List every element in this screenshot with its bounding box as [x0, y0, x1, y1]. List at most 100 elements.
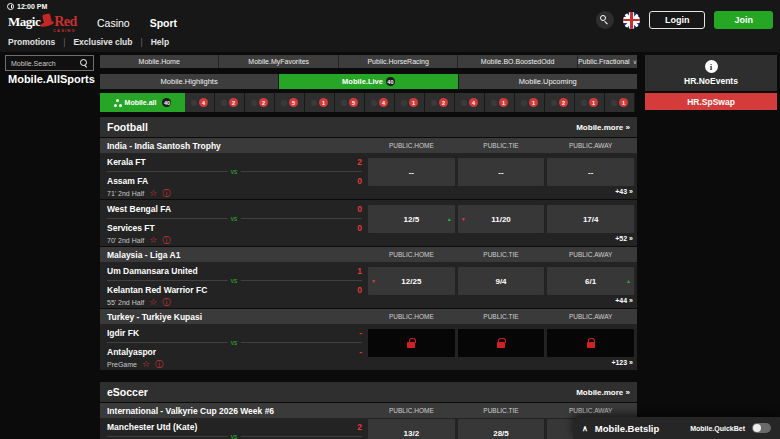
secondary-tab[interactable]: Mobile.Upcoming: [459, 74, 637, 89]
sport-icon: [581, 100, 587, 106]
sport-chip[interactable]: 5: [275, 93, 305, 112]
primary-tab[interactable]: Mobile.MyFavorites: [219, 55, 338, 68]
favorite-star-icon[interactable]: ☆: [149, 298, 157, 307]
odds-button[interactable]: 28/5: [458, 419, 545, 439]
secondary-tab[interactable]: Mobile.Live40: [279, 74, 458, 89]
sport-icon: [191, 100, 197, 106]
sport-chip[interactable]: 2: [545, 93, 575, 112]
home-team-name: West Bengal FA: [107, 204, 171, 214]
language-flag-uk[interactable]: [623, 12, 640, 29]
subnav-separator: |: [141, 37, 143, 47]
search-button[interactable]: [596, 11, 614, 29]
quickbet-toggle[interactable]: [752, 423, 771, 433]
odds-button[interactable]: 6/1▲: [547, 267, 634, 295]
odds-button[interactable]: 12/25▼: [368, 267, 455, 295]
primary-tab[interactable]: Mobile.BO.BoostedOdd: [458, 55, 577, 68]
odds-value: 17/4: [583, 215, 599, 224]
odds-button[interactable]: 13/2: [368, 419, 455, 439]
match-row[interactable]: Igdir FK-vsAntalyaspor-PreGame☆ⓘ+123 »: [100, 324, 637, 371]
section-more-link[interactable]: Mobile.more »: [576, 123, 630, 132]
betslip-bar[interactable]: ∧ Mobile.Betslip Mobile.QuickBet: [573, 417, 780, 439]
more-markets-link[interactable]: +44 »: [615, 297, 633, 304]
sport-chip-all[interactable]: Mobile.all40: [100, 93, 185, 112]
sport-count-badge: 5: [349, 98, 358, 107]
sport-count-badge: 1: [619, 98, 628, 107]
stats-icon[interactable]: ⓘ: [162, 298, 170, 307]
stats-icon[interactable]: ⓘ: [155, 360, 163, 369]
vs-label: vs: [228, 215, 241, 222]
sport-icon: [461, 100, 467, 106]
primary-tab[interactable]: Public.Fractional∨: [578, 55, 637, 68]
favorite-star-icon[interactable]: ☆: [149, 189, 157, 198]
sport-chip[interactable]: 2: [215, 93, 245, 112]
odds-column-header: PUBLIC.HOME: [368, 142, 455, 149]
secondary-tab[interactable]: Mobile.Highlights: [100, 74, 279, 89]
odds-column-header: PUBLIC.TIE: [458, 407, 545, 414]
league-name[interactable]: India - India Santosh Trophy: [100, 141, 368, 151]
login-button[interactable]: Login: [649, 11, 706, 29]
sport-chip[interactable]: 4: [185, 93, 215, 112]
odds-locked[interactable]: [368, 329, 455, 357]
quickbet-label: Mobile.QuickBet: [690, 425, 745, 432]
brand-logo[interactable]: Magic RedCASINO: [8, 13, 77, 31]
section-header: FootballMobile.more »: [100, 117, 637, 137]
sport-chip[interactable]: 1: [575, 93, 605, 112]
sport-chip[interactable]: 5: [335, 93, 365, 112]
section-more-link[interactable]: Mobile.more »: [576, 388, 630, 397]
stats-icon[interactable]: ⓘ: [162, 236, 170, 245]
odds-locked[interactable]: [458, 329, 545, 357]
subnav-item[interactable]: Promotions: [8, 37, 55, 47]
primary-tab[interactable]: Mobile.Home: [100, 55, 219, 68]
nav-sport[interactable]: Sport: [150, 17, 177, 29]
sport-chip[interactable]: 1: [485, 93, 515, 112]
stats-icon[interactable]: ⓘ: [162, 189, 170, 198]
odds-button[interactable]: --: [368, 158, 455, 186]
sport-count-badge: 2: [229, 98, 238, 107]
match-row[interactable]: Manchester Utd (Kate)2vs13/228/5: [100, 418, 637, 439]
match-row[interactable]: Kerala FT2vsAssam FA071' 2nd Half☆ⓘ-----…: [100, 153, 637, 200]
status-time-label: 12:00 PM: [17, 3, 47, 10]
sport-icon: [611, 100, 617, 106]
sport-chip[interactable]: 1: [395, 93, 425, 112]
odds-button[interactable]: 17/4: [547, 205, 634, 233]
home-team-name: Um Damansara United: [107, 266, 198, 276]
favorite-star-icon[interactable]: ☆: [142, 360, 150, 369]
odds-button[interactable]: --: [547, 158, 634, 186]
sport-chip[interactable]: 2: [245, 93, 275, 112]
sport-chip[interactable]: 1: [605, 93, 635, 112]
join-button[interactable]: Join: [714, 11, 773, 29]
away-team-name: Kelantan Red Warrior FC: [107, 285, 207, 295]
odds-button[interactable]: 9/4: [458, 267, 545, 295]
subnav-item[interactable]: Help: [151, 37, 169, 47]
league-name[interactable]: International - Valkyrie Cup 2026 Week #…: [100, 406, 368, 416]
odds-button[interactable]: 12/5▲: [368, 205, 455, 233]
trend-up-icon: ▲: [447, 216, 452, 222]
sport-chip[interactable]: 4: [365, 93, 395, 112]
sport-chip[interactable]: 4: [455, 93, 485, 112]
odds-button[interactable]: --: [458, 158, 545, 186]
nav-casino[interactable]: Casino: [97, 17, 130, 29]
match-row[interactable]: West Bengal FA0vsServices FT070' 2nd Hal…: [100, 200, 637, 247]
league-name[interactable]: Turkey - Turkiye Kupasi: [100, 312, 368, 322]
subnav-item[interactable]: Exclusive club: [73, 37, 132, 47]
odds-column-header: PUBLIC.AWAY: [547, 407, 634, 414]
league-name[interactable]: Malaysia - Liga A1: [100, 250, 368, 260]
odds-button[interactable]: 11/20▼: [458, 205, 545, 233]
sport-count-badge: 5: [289, 98, 298, 107]
more-markets-link[interactable]: +123 »: [611, 359, 633, 366]
odds-column-header: PUBLIC.TIE: [458, 313, 545, 320]
all-sports-title[interactable]: Mobile.AllSports: [8, 73, 95, 85]
vs-label: vs: [228, 277, 241, 284]
more-markets-link[interactable]: +43 »: [615, 188, 633, 195]
sports-search-input[interactable]: Mobile.Search: [5, 55, 94, 71]
odds-locked[interactable]: [547, 329, 634, 357]
sport-count-badge: 4: [469, 98, 478, 107]
sport-chip[interactable]: 2: [425, 93, 455, 112]
sp-swap-button[interactable]: HR.SpSwap: [645, 93, 777, 110]
match-row[interactable]: Um Damansara United1vsKelantan Red Warri…: [100, 262, 637, 309]
more-markets-link[interactable]: +52 »: [615, 235, 633, 242]
primary-tab[interactable]: Public.HorseRacing: [339, 55, 458, 68]
sport-chip[interactable]: 1: [515, 93, 545, 112]
sport-chip[interactable]: 1: [305, 93, 335, 112]
favorite-star-icon[interactable]: ☆: [149, 236, 157, 245]
